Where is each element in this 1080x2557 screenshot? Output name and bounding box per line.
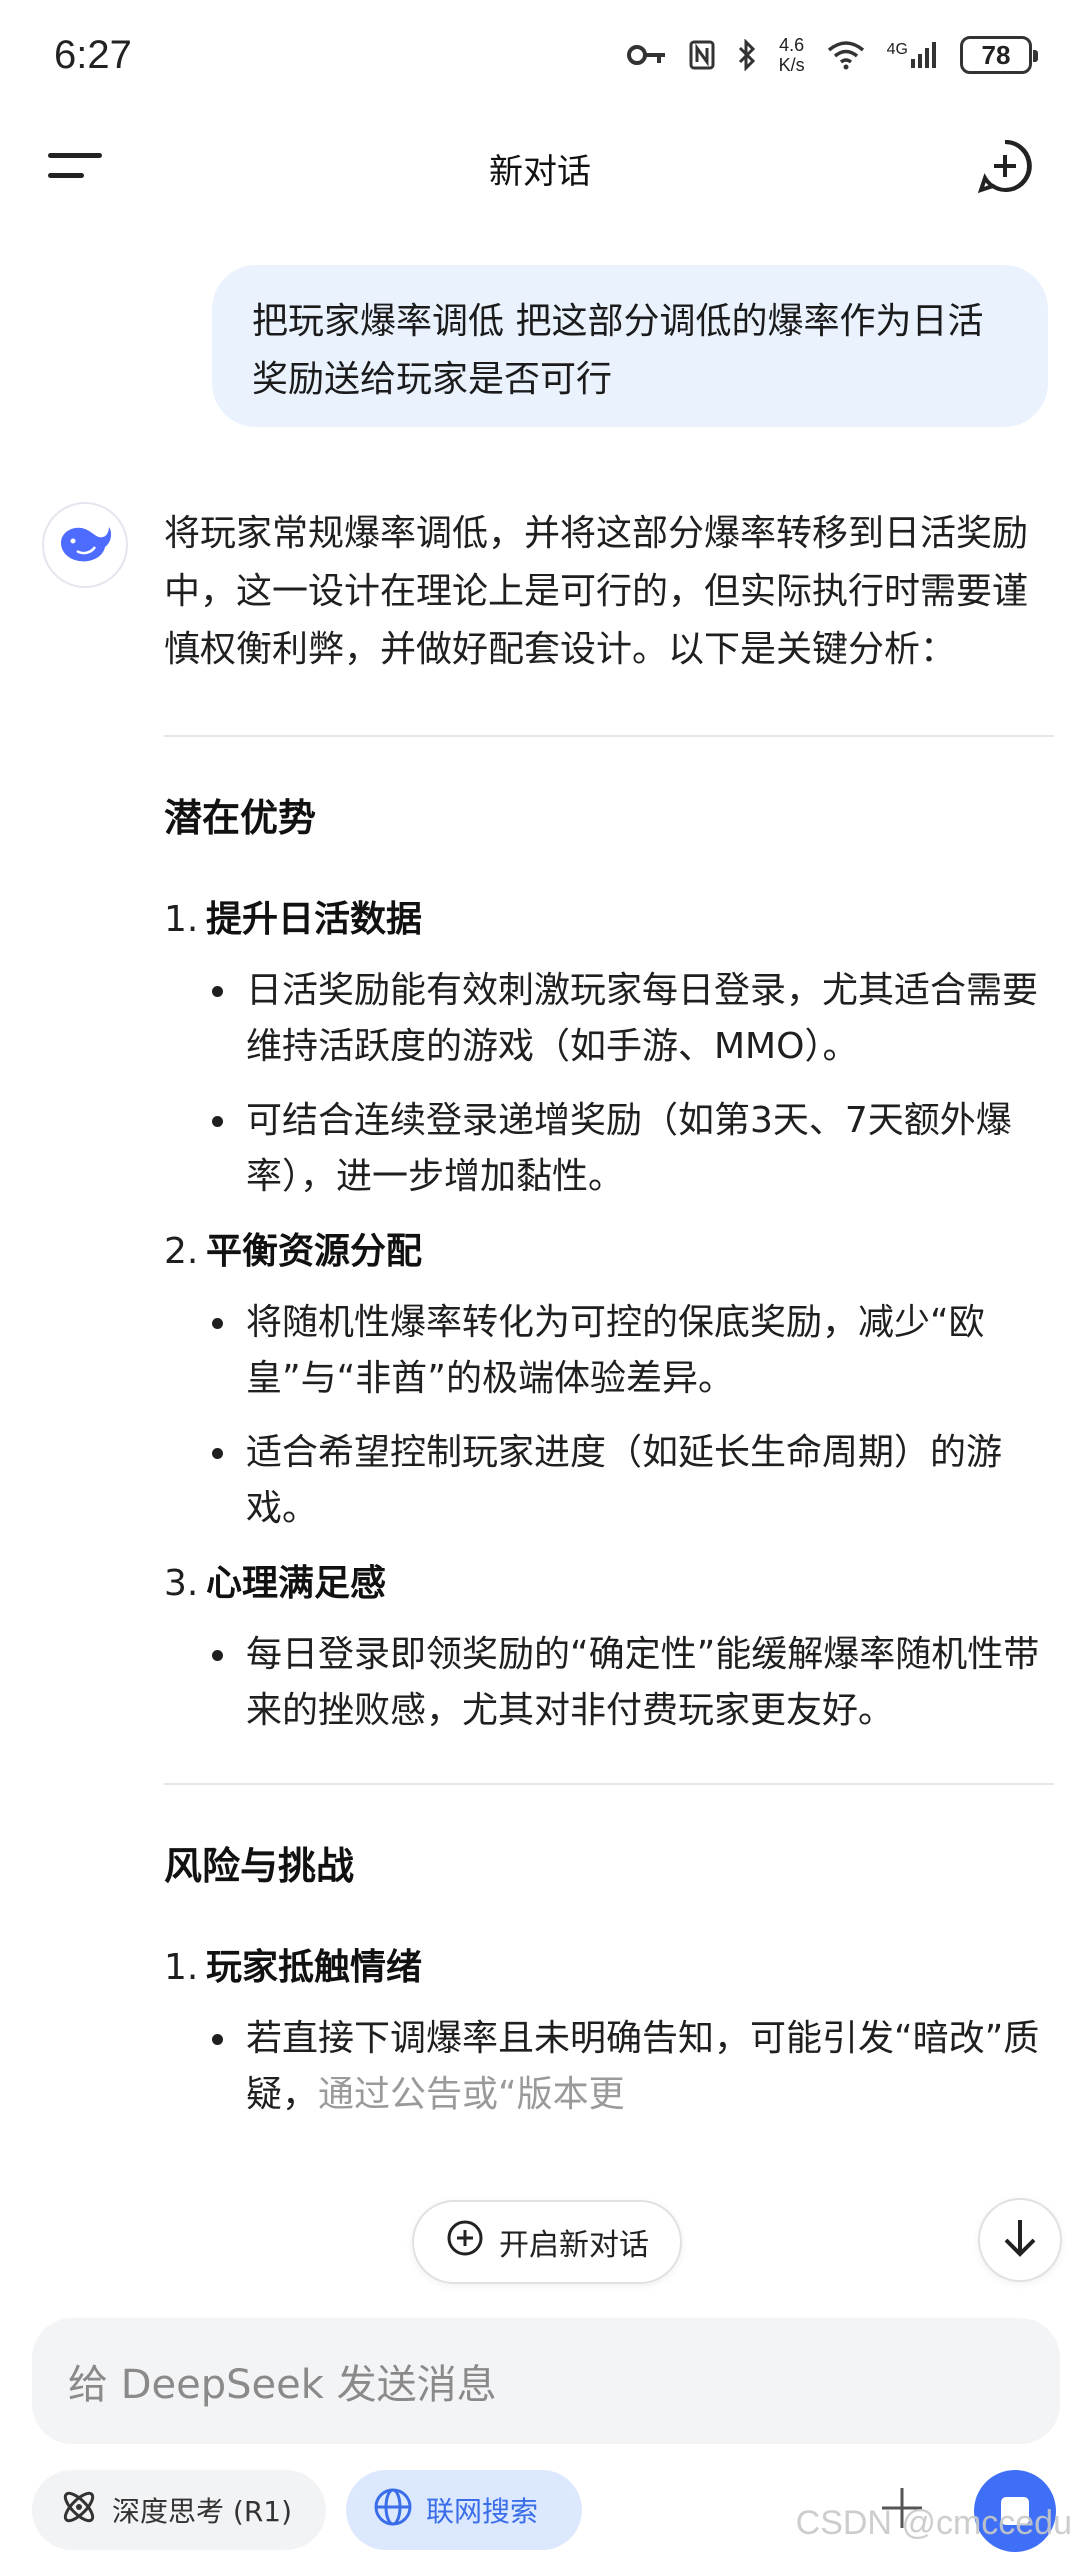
network-speed: 4.6 K/s <box>779 35 805 75</box>
menu-button[interactable] <box>40 133 110 203</box>
bullet-text-faded: 通过公告或“版本更 <box>318 2074 625 2115</box>
web-search-label: 联网搜索 <box>426 2495 539 2528</box>
watermark: CSDN @cmccedu <box>795 2504 1072 2542</box>
start-new-chat-button[interactable]: 开启新对话 <box>412 2200 682 2284</box>
start-new-chat-label: 开启新对话 <box>499 2228 649 2263</box>
bullet-list: 每日登录即领奖励的“确定性”能缓解爆率随机性带来的挫败感，尤其对非付费玩家更友好… <box>164 1627 1054 1739</box>
web-search-toggle[interactable]: 联网搜索 <box>346 2470 582 2550</box>
menu-icon <box>48 151 102 185</box>
bullet-list: 将随机性爆率转化为可控的保底奖励，减少“欧皇”与“非酋”的极端体验差异。 适合希… <box>164 1295 1054 1537</box>
app-root: 6:27 4.6 K/s 4G 78 新对话 把玩家爆率调低 把这部分调低的爆率… <box>0 0 1080 2557</box>
scroll-to-bottom-button[interactable] <box>978 2198 1062 2282</box>
item-number: 2. <box>164 1231 199 1272</box>
item-title: 提升日活数据 <box>206 899 423 940</box>
bluetooth-icon <box>737 39 757 71</box>
assistant-avatar <box>42 502 128 588</box>
new-chat-icon <box>977 138 1033 198</box>
bullet-list: 若直接下调爆率且未明确告知，可能引发“暗改”质疑，通过公告或“版本更 <box>164 2011 1054 2123</box>
bullet-item: 若直接下调爆率且未明确告知，可能引发“暗改”质疑，通过公告或“版本更 <box>164 2011 1054 2123</box>
status-bar: 6:27 4.6 K/s 4G 78 <box>0 0 1080 110</box>
section-divider <box>164 735 1054 737</box>
item-number: 1. <box>164 899 199 940</box>
nfc-icon <box>689 40 715 70</box>
bullet-item: 日活奖励能有效刺激玩家每日登录，尤其适合需要维持活跃度的游戏（如手游、MMO）。 <box>164 963 1054 1075</box>
new-chat-icon <box>445 2218 485 2266</box>
net-speed-unit: K/s <box>778 55 805 75</box>
globe-icon <box>372 2486 414 2535</box>
cellular-signal-icon: 4G <box>887 41 938 69</box>
item-title: 玩家抵触情绪 <box>206 1947 423 1988</box>
user-message-bubble[interactable]: 把玩家爆率调低 把这部分调低的爆率作为日活奖励送给玩家是否可行 <box>212 265 1048 427</box>
item-number: 3. <box>164 1563 199 1604</box>
message-input-placeholder: 给 DeepSeek 发送消息 <box>68 2362 497 2408</box>
numbered-item: 2. 平衡资源分配 <box>164 1223 1054 1281</box>
deepseek-whale-icon <box>57 521 113 569</box>
assistant-message: 将玩家常规爆率调低，并将这部分爆率转移到日活奖励中，这一设计在理论上是可行的，但… <box>164 505 1054 2141</box>
bullet-item: 可结合连续登录递增奖励（如第3天、7天额外爆率），进一步增加黏性。 <box>164 1093 1054 1205</box>
arrow-down-icon <box>1002 2218 1038 2262</box>
net-speed-value: 4.6 <box>779 35 805 55</box>
battery-level: 78 <box>981 39 1011 70</box>
numbered-item: 3. 心理满足感 <box>164 1555 1054 1613</box>
deep-think-label: 深度思考 (R1) <box>112 2495 293 2528</box>
item-title: 心理满足感 <box>206 1563 387 1604</box>
numbered-item: 1. 提升日活数据 <box>164 891 1054 949</box>
battery-indicator: 78 <box>960 36 1038 74</box>
bullet-item: 将随机性爆率转化为可控的保底奖励，减少“欧皇”与“非酋”的极端体验差异。 <box>164 1295 1054 1407</box>
key-icon <box>626 43 667 67</box>
wifi-icon <box>827 40 865 70</box>
status-time: 6:27 <box>54 32 132 77</box>
bullet-list: 日活奖励能有效刺激玩家每日登录，尤其适合需要维持活跃度的游戏（如手游、MMO）。… <box>164 963 1054 1205</box>
top-bar: 新对话 <box>0 118 1080 218</box>
section-title: 潜在优势 <box>164 796 317 840</box>
new-chat-button[interactable] <box>970 133 1040 203</box>
bullet-item: 每日登录即领奖励的“确定性”能缓解爆率随机性带来的挫败感，尤其对非付费玩家更友好… <box>164 1627 1054 1739</box>
section-title: 风险与挑战 <box>164 1844 355 1888</box>
section-divider <box>164 1783 1054 1785</box>
numbered-item: 1. 玩家抵触情绪 <box>164 1939 1054 1997</box>
status-icons: 4.6 K/s 4G 78 <box>626 35 1038 75</box>
bullet-item: 适合希望控制玩家进度（如延长生命周期）的游戏。 <box>164 1425 1054 1537</box>
assistant-intro: 将玩家常规爆率调低，并将这部分爆率转移到日活奖励中，这一设计在理论上是可行的，但… <box>164 513 1029 670</box>
network-type: 4G <box>886 41 908 58</box>
page-title: 新对话 <box>489 151 591 192</box>
atom-icon <box>58 2486 100 2535</box>
item-title: 平衡资源分配 <box>206 1231 423 1272</box>
deep-think-toggle[interactable]: 深度思考 (R1) <box>32 2470 326 2550</box>
item-number: 1. <box>164 1947 199 1988</box>
message-input[interactable]: 给 DeepSeek 发送消息 <box>32 2318 1060 2444</box>
